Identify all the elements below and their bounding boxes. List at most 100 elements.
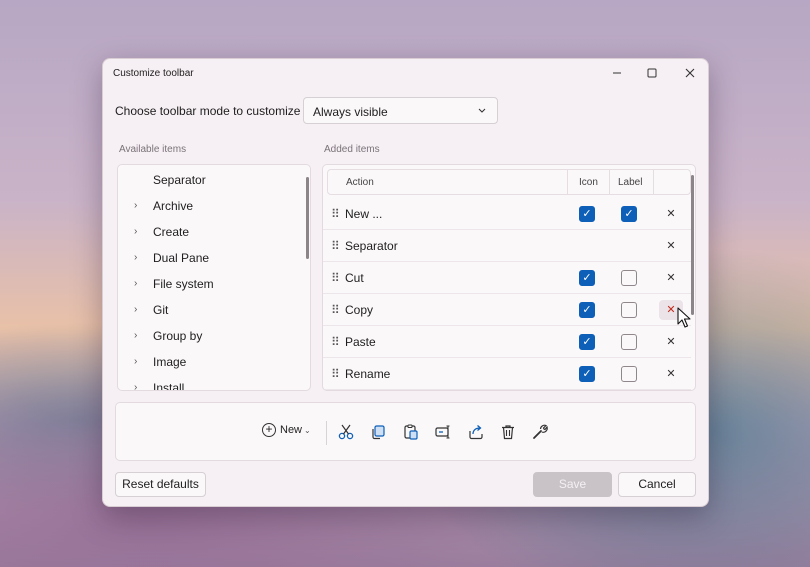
cancel-button[interactable]: Cancel bbox=[618, 472, 696, 497]
chevron-right-icon[interactable]: › bbox=[134, 356, 137, 367]
toolbar-preview: + New ⌄ bbox=[115, 402, 696, 461]
remove-button[interactable]: ✕ bbox=[659, 204, 683, 224]
chevron-right-icon[interactable]: › bbox=[134, 278, 137, 289]
column-header-label[interactable]: Label bbox=[618, 177, 642, 188]
drag-handle-icon[interactable]: ⠿ bbox=[331, 239, 340, 253]
reset-defaults-button[interactable]: Reset defaults bbox=[115, 472, 206, 497]
icon-checkbox[interactable]: ✓ bbox=[579, 270, 595, 286]
drag-handle-icon[interactable]: ⠿ bbox=[331, 303, 340, 317]
remove-button[interactable]: ✕ bbox=[659, 236, 683, 256]
chevron-right-icon[interactable]: › bbox=[134, 200, 137, 211]
title-bar: Customize toolbar bbox=[103, 59, 708, 89]
added-items-header: Action Icon Label bbox=[327, 169, 691, 195]
cut-icon bbox=[338, 424, 354, 440]
column-divider bbox=[567, 170, 568, 194]
close-button[interactable] bbox=[676, 62, 704, 84]
remove-button[interactable]: ✕ bbox=[659, 268, 683, 288]
available-item-label: Create bbox=[153, 225, 190, 239]
toolbar-mode-value: Always visible bbox=[313, 105, 388, 119]
available-item-dual-pane[interactable]: › Dual Pane bbox=[118, 246, 310, 272]
available-item-archive[interactable]: › Archive bbox=[118, 194, 310, 220]
available-item-label: Archive bbox=[153, 199, 194, 213]
action-name: Separator bbox=[345, 239, 398, 253]
action-name: Copy bbox=[345, 303, 374, 317]
chevron-right-icon[interactable]: › bbox=[134, 252, 137, 263]
available-item-group-by[interactable]: › Group by bbox=[118, 324, 310, 350]
chevron-down-icon: ⌄ bbox=[304, 425, 311, 435]
available-item-image[interactable]: › Image bbox=[118, 350, 310, 376]
chevron-down-icon bbox=[478, 108, 486, 113]
properties-icon bbox=[533, 424, 548, 439]
available-item-install[interactable]: › Install bbox=[118, 376, 310, 391]
chevron-right-icon[interactable]: › bbox=[134, 226, 137, 237]
maximize-button[interactable] bbox=[638, 62, 666, 84]
chevron-right-icon[interactable]: › bbox=[134, 382, 137, 390]
maximize-icon bbox=[647, 68, 657, 78]
table-row[interactable]: ⠿ Rename ✓ ✕ bbox=[323, 358, 691, 390]
column-header-icon[interactable]: Icon bbox=[579, 177, 598, 188]
added-scrollbar[interactable] bbox=[691, 175, 694, 315]
added-items-table[interactable]: Action Icon Label ⠿ New ... ✓ ✓ ✕ ⠿ Sepa… bbox=[322, 164, 696, 391]
label-checkbox[interactable] bbox=[621, 270, 637, 286]
remove-button[interactable]: ✕ bbox=[659, 332, 683, 352]
label-checkbox[interactable]: ✓ bbox=[621, 206, 637, 222]
available-items-label: Available items bbox=[119, 144, 187, 155]
preview-divider bbox=[326, 421, 327, 445]
icon-checkbox[interactable]: ✓ bbox=[579, 206, 595, 222]
drag-handle-icon[interactable]: ⠿ bbox=[331, 207, 340, 221]
chevron-right-icon[interactable]: › bbox=[134, 304, 137, 315]
chevron-right-icon[interactable]: › bbox=[134, 330, 137, 341]
label-checkbox[interactable] bbox=[621, 366, 637, 382]
table-row[interactable]: ⠿ Cut ✓ ✕ bbox=[323, 262, 691, 294]
preview-new-label: New bbox=[280, 424, 303, 436]
available-item-label: Image bbox=[153, 355, 187, 369]
remove-button[interactable]: ✕ bbox=[659, 364, 683, 384]
mouse-cursor-icon bbox=[677, 307, 691, 328]
column-divider bbox=[609, 170, 610, 194]
available-item-separator[interactable]: Separator bbox=[118, 168, 310, 194]
available-item-create[interactable]: › Create bbox=[118, 220, 310, 246]
available-scrollbar[interactable] bbox=[306, 177, 309, 259]
minimize-button[interactable] bbox=[603, 62, 631, 84]
drag-handle-icon[interactable]: ⠿ bbox=[331, 367, 340, 381]
available-items-list[interactable]: Separator › Archive › Create › Dual Pane… bbox=[117, 164, 311, 391]
toolbar-mode-dropdown[interactable]: Always visible bbox=[303, 97, 498, 124]
customize-toolbar-dialog: Customize toolbar Choose toolbar mode to… bbox=[102, 58, 709, 507]
label-checkbox[interactable] bbox=[621, 334, 637, 350]
column-header-action[interactable]: Action bbox=[346, 177, 374, 188]
rename-icon bbox=[435, 425, 450, 439]
window-title: Customize toolbar bbox=[113, 68, 194, 79]
table-row[interactable]: ⠿ New ... ✓ ✓ ✕ bbox=[323, 198, 691, 230]
available-item-git[interactable]: › Git bbox=[118, 298, 310, 324]
available-item-label: Install bbox=[153, 381, 185, 391]
copy-icon bbox=[372, 425, 385, 440]
column-divider bbox=[653, 170, 654, 194]
share-icon bbox=[469, 425, 483, 440]
available-item-file-system[interactable]: › File system bbox=[118, 272, 310, 298]
available-item-label: Group by bbox=[153, 329, 203, 343]
added-items-label: Added items bbox=[324, 144, 380, 155]
available-item-label: Separator bbox=[153, 173, 206, 187]
toolbar-mode-label: Choose toolbar mode to customize bbox=[115, 104, 301, 118]
delete-icon bbox=[502, 425, 514, 440]
action-name: Cut bbox=[345, 271, 364, 285]
add-icon: + bbox=[262, 423, 276, 437]
action-name: Rename bbox=[345, 367, 391, 381]
action-name: Paste bbox=[345, 335, 376, 349]
label-checkbox[interactable] bbox=[621, 302, 637, 318]
drag-handle-icon[interactable]: ⠿ bbox=[331, 271, 340, 285]
available-item-label: Git bbox=[153, 303, 169, 317]
table-row[interactable]: ⠿ Separator ✕ bbox=[323, 230, 691, 262]
icon-checkbox[interactable]: ✓ bbox=[579, 302, 595, 318]
minimize-icon bbox=[613, 72, 621, 74]
preview-new-button: + New ⌄ bbox=[262, 423, 311, 443]
table-row[interactable]: ⠿ Paste ✓ ✕ bbox=[323, 326, 691, 358]
icon-checkbox[interactable]: ✓ bbox=[579, 366, 595, 382]
icon-checkbox[interactable]: ✓ bbox=[579, 334, 595, 350]
table-row[interactable]: ⠿ Copy ✓ ✕ bbox=[323, 294, 691, 326]
drag-handle-icon[interactable]: ⠿ bbox=[331, 335, 340, 349]
action-name: New ... bbox=[345, 207, 383, 221]
available-item-label: Dual Pane bbox=[153, 251, 210, 265]
close-icon bbox=[685, 68, 695, 78]
save-button[interactable]: Save bbox=[533, 472, 612, 497]
